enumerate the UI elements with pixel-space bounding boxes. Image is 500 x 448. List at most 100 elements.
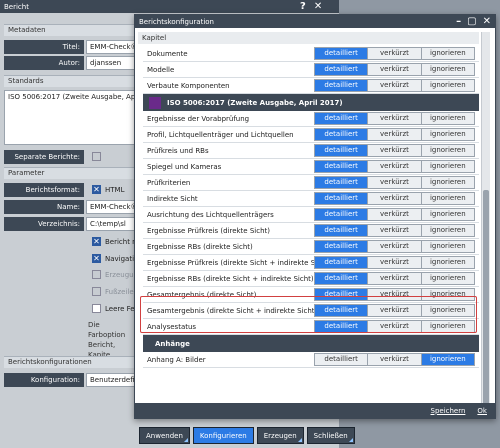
verzeichnis-field[interactable]: C:\temp\sl	[86, 217, 136, 231]
check-2[interactable]: ✕	[92, 254, 101, 263]
konfiguration-select[interactable]: Benutzerdefini	[86, 373, 136, 387]
close-icon[interactable]: ✕	[483, 16, 491, 27]
option-detailliert[interactable]: detailliert	[315, 113, 369, 124]
option-verkuerzt[interactable]: verkürzt	[368, 64, 422, 75]
option-detailliert[interactable]: detailliert	[315, 257, 369, 268]
option-ignorieren[interactable]: ignorieren	[421, 209, 474, 220]
main-button-bar: Anwenden Konfigurieren Erzeugen Schließe…	[139, 427, 355, 444]
minimize-icon[interactable]: –	[456, 16, 461, 27]
option-ignorieren[interactable]: ignorieren	[421, 354, 474, 365]
option-ignorieren[interactable]: ignorieren	[421, 80, 474, 91]
option-verkuerzt[interactable]: verkürzt	[368, 129, 422, 140]
option-ignorieren[interactable]: ignorieren	[421, 273, 474, 284]
standards-textarea[interactable]: ISO 5006:2017 (Zweite Ausgabe, April 2	[4, 90, 136, 145]
check-1[interactable]: ✕	[92, 237, 101, 246]
check-4-label: Fußzeile	[105, 288, 134, 296]
config-dialog: Berichtskonfiguration – ▢ ✕ Kapitel Doku…	[134, 14, 496, 419]
chapter-row: Indirekte Sicht detailliert verkürzt ignori…	[143, 191, 479, 207]
option-verkuerzt[interactable]: verkürzt	[368, 354, 422, 365]
farboption-note: Die Farboption Bericht, Kapite	[88, 321, 126, 359]
option-detailliert[interactable]: detailliert	[315, 225, 369, 236]
schliessen-button[interactable]: Schließen	[306, 427, 355, 444]
option-verkuerzt[interactable]: verkürzt	[368, 145, 422, 156]
chapter-row: Dokumente detailliert verkürzt ignorieren	[143, 46, 479, 62]
option-detailliert[interactable]: detailliert	[315, 145, 369, 156]
option-verkuerzt[interactable]: verkürzt	[368, 193, 422, 204]
chapter-label: Indirekte Sicht	[147, 194, 198, 203]
option-ignorieren[interactable]: ignorieren	[421, 48, 474, 59]
anwenden-button[interactable]: Anwenden	[139, 427, 190, 444]
option-verkuerzt[interactable]: verkürzt	[368, 209, 422, 220]
option-detailliert[interactable]: detailliert	[315, 129, 369, 140]
help-icon[interactable]: ?	[300, 1, 306, 12]
detail-level-selector: detailliert verkürzt ignorieren	[314, 144, 475, 157]
chapter-row: Ergebnisse RBs (direkte Sicht) detaillier…	[143, 239, 479, 255]
report-titlebar: Bericht	[0, 0, 339, 13]
detail-level-selector: detailliert verkürzt ignorieren	[314, 256, 475, 269]
chapter-group: Anhänge	[143, 335, 479, 352]
option-ignorieren[interactable]: ignorieren	[421, 129, 474, 140]
option-ignorieren[interactable]: ignorieren	[421, 225, 474, 236]
option-ignorieren[interactable]: ignorieren	[421, 113, 474, 124]
scrollbar-thumb[interactable]	[483, 190, 489, 410]
option-detailliert[interactable]: detailliert	[315, 354, 369, 365]
detail-level-selector: detailliert verkürzt ignorieren	[314, 160, 475, 173]
option-detailliert[interactable]: detailliert	[315, 193, 369, 204]
option-verkuerzt[interactable]: verkürzt	[368, 161, 422, 172]
name-field[interactable]: EMM-Check®	[86, 200, 136, 214]
chapter-row: Ausrichtung des Lichtquellenträgers detai…	[143, 207, 479, 223]
chapter-group-label: Anhänge	[155, 339, 190, 348]
speichern-button[interactable]: Speichern	[427, 406, 470, 416]
schliessen-label: Schließen	[313, 432, 348, 440]
option-detailliert[interactable]: detailliert	[315, 48, 369, 59]
option-verkuerzt[interactable]: verkürzt	[368, 113, 422, 124]
close-icon[interactable]: ✕	[314, 1, 322, 12]
check-3[interactable]	[92, 270, 101, 279]
option-detailliert[interactable]: detailliert	[315, 161, 369, 172]
option-ignorieren[interactable]: ignorieren	[421, 145, 474, 156]
maximize-icon[interactable]: ▢	[467, 16, 476, 27]
chapter-label: Anhang A: Bilder	[147, 355, 206, 364]
konfigurieren-button[interactable]: Konfigurieren	[192, 427, 254, 444]
check-4[interactable]	[92, 287, 101, 296]
ok-button[interactable]: Ok	[473, 406, 491, 416]
check-5[interactable]	[92, 304, 101, 313]
option-verkuerzt[interactable]: verkürzt	[368, 257, 422, 268]
option-ignorieren[interactable]: ignorieren	[421, 161, 474, 172]
option-detailliert[interactable]: detailliert	[315, 64, 369, 75]
option-verkuerzt[interactable]: verkürzt	[368, 273, 422, 284]
option-verkuerzt[interactable]: verkürzt	[368, 80, 422, 91]
option-detailliert[interactable]: detailliert	[315, 241, 369, 252]
option-detailliert[interactable]: detailliert	[315, 177, 369, 188]
option-ignorieren[interactable]: ignorieren	[421, 64, 474, 75]
option-ignorieren[interactable]: ignorieren	[421, 177, 474, 188]
option-ignorieren[interactable]: ignorieren	[421, 241, 474, 252]
scrollbar[interactable]	[481, 32, 490, 410]
chapter-label: Dokumente	[147, 49, 188, 58]
format-html-label: HTML	[105, 186, 125, 194]
option-verkuerzt[interactable]: verkürzt	[368, 177, 422, 188]
option-ignorieren[interactable]: ignorieren	[421, 257, 474, 268]
chapter-group: ISO 5006:2017 (Zweite Ausgabe, April 201…	[143, 94, 479, 111]
option-verkuerzt[interactable]: verkürzt	[368, 241, 422, 252]
chapter-label: Ergebnisse RBs (direkte Sicht + indirekt…	[147, 274, 314, 283]
option-ignorieren[interactable]: ignorieren	[421, 193, 474, 204]
erzeugen-button[interactable]: Erzeugen	[256, 427, 304, 444]
iso-logo-icon	[149, 96, 161, 109]
option-verkuerzt[interactable]: verkürzt	[368, 48, 422, 59]
chapter-label: Prüfkriterien	[147, 178, 191, 187]
option-detailliert[interactable]: detailliert	[315, 80, 369, 91]
chapter-label: Prüfkreis und RBs	[147, 146, 209, 155]
format-html-checkbox[interactable]: ✕	[92, 185, 101, 194]
option-detailliert[interactable]: detailliert	[315, 209, 369, 220]
separate-checkbox[interactable]	[92, 152, 101, 161]
report-title: Bericht	[4, 2, 29, 11]
titel-field[interactable]: EMM-Check®	[86, 40, 136, 54]
option-verkuerzt[interactable]: verkürzt	[368, 225, 422, 236]
detail-level-selector: detailliert verkürzt ignorieren	[314, 353, 475, 366]
highlight-box	[140, 296, 477, 333]
chapter-label: Spiegel und Kameras	[147, 162, 222, 171]
option-detailliert[interactable]: detailliert	[315, 273, 369, 284]
chapter-label: Ergebnisse RBs (direkte Sicht)	[147, 242, 253, 251]
autor-field[interactable]: djanssen	[86, 56, 136, 70]
